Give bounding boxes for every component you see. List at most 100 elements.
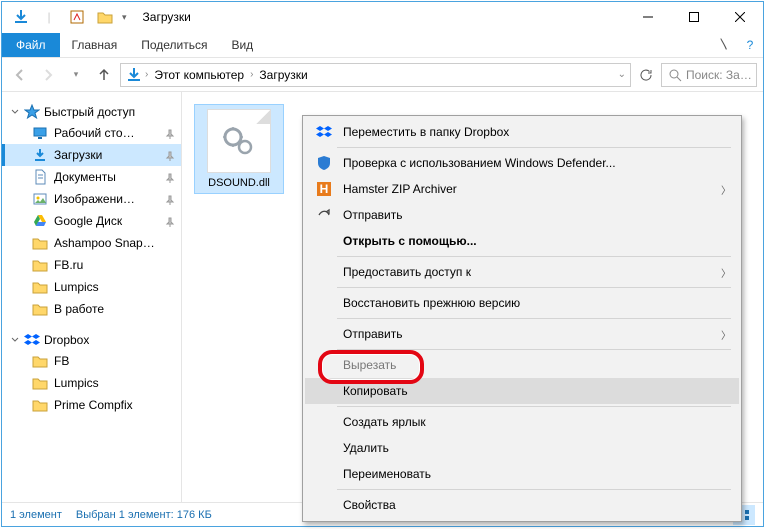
gdrive-icon [32, 213, 48, 229]
qat-divider: | [38, 6, 60, 28]
downloads-icon [10, 6, 32, 28]
menu-item-label: Свойства [335, 498, 731, 512]
file-tab[interactable]: Файл [2, 33, 60, 57]
menu-item-label: Открыть с помощью... [335, 234, 731, 248]
menu-item-label: Вырезать [335, 358, 731, 372]
dropbox-header[interactable]: Dropbox [2, 330, 181, 350]
context-menu: Переместить в папку Dropbox Проверка с ис… [302, 115, 742, 522]
folder-icon [32, 397, 48, 413]
menu-item-label: Предоставить доступ к [335, 265, 721, 279]
hamster-icon: H [313, 182, 335, 196]
file-name: DSOUND.dll [199, 177, 279, 189]
tab-share[interactable]: Поделиться [129, 33, 219, 57]
window-title: Загрузки [135, 10, 625, 24]
sidebar-item-folder[interactable]: FB [2, 350, 181, 372]
star-icon [24, 104, 40, 120]
sidebar-item-folder[interactable]: Prime Compfix [2, 394, 181, 416]
maximize-button[interactable] [671, 2, 717, 32]
menu-item-label: Проверка с использованием Windows Defend… [335, 156, 731, 170]
menu-item[interactable]: Копировать [305, 378, 739, 404]
file-item[interactable]: DSOUND.dll [194, 104, 284, 194]
sidebar-item-downloads[interactable]: Загрузки [2, 144, 181, 166]
nav-tree: Быстрый доступ Рабочий сто… Загрузки Докум… [2, 92, 182, 502]
breadcrumb-segment[interactable]: Этот компьютер [150, 68, 248, 82]
breadcrumb-chevron-icon[interactable]: › [250, 69, 253, 80]
menu-item-label: Hamster ZIP Archiver [335, 182, 721, 196]
menu-item[interactable]: Отправить [305, 202, 739, 228]
navigation-bar: ▾ › Этот компьютер › Загрузки ⌄ Поиск: З… [2, 58, 763, 92]
folder-qat-icon[interactable] [94, 6, 116, 28]
ribbon-collapse-icon[interactable]: 〵 [711, 36, 737, 53]
quick-access-label: Быстрый доступ [44, 105, 135, 119]
downloads-icon [32, 147, 48, 163]
sidebar-item-pictures[interactable]: Изображени… [2, 188, 181, 210]
up-button[interactable] [92, 63, 116, 87]
menu-separator [337, 406, 731, 407]
recent-dropdown[interactable]: ▾ [64, 63, 88, 87]
folder-icon [32, 235, 48, 251]
menu-item[interactable]: Переместить в папку Dropbox [305, 119, 739, 145]
menu-item[interactable]: Свойства [305, 492, 739, 518]
sidebar-item-label: Google Диск [54, 214, 159, 228]
address-bar[interactable]: › Этот компьютер › Загрузки ⌄ [120, 63, 631, 87]
menu-item[interactable]: HHamster ZIP Archiver〉 [305, 176, 739, 202]
defender-icon [313, 155, 335, 171]
dropbox-icon [313, 124, 335, 140]
sidebar-item-gdrive[interactable]: Google Диск [2, 210, 181, 232]
explorer-window: | ▾ Загрузки Файл Главная Поделиться Вид… [1, 1, 764, 527]
dropbox-label: Dropbox [44, 333, 89, 347]
menu-item-label: Создать ярлык [335, 415, 731, 429]
pin-icon [165, 194, 175, 204]
menu-item-label: Переместить в папку Dropbox [335, 125, 731, 139]
menu-item[interactable]: Отправить〉 [305, 321, 739, 347]
sidebar-item-folder[interactable]: Lumpics [2, 276, 181, 298]
sidebar-item-folder[interactable]: В работе [2, 298, 181, 320]
search-input[interactable]: Поиск: За… [661, 63, 757, 87]
close-button[interactable] [717, 2, 763, 32]
search-placeholder: Поиск: За… [686, 68, 752, 82]
menu-separator [337, 287, 731, 288]
menu-separator [337, 318, 731, 319]
address-dropdown-icon[interactable]: ⌄ [618, 69, 626, 80]
forward-button[interactable] [36, 63, 60, 87]
menu-item[interactable]: Открыть с помощью... [305, 228, 739, 254]
tab-home[interactable]: Главная [60, 33, 130, 57]
sidebar-item-label: Документы [54, 170, 159, 184]
back-button[interactable] [8, 63, 32, 87]
menu-item-label: Копировать [335, 384, 731, 398]
minimize-button[interactable] [625, 2, 671, 32]
menu-item[interactable]: Переименовать [305, 461, 739, 487]
pin-icon [165, 128, 175, 138]
menu-item[interactable]: Создать ярлык [305, 409, 739, 435]
sidebar-item-documents[interactable]: Документы [2, 166, 181, 188]
menu-item-label: Отправить [335, 208, 731, 222]
menu-item[interactable]: Удалить [305, 435, 739, 461]
folder-icon [32, 375, 48, 391]
sidebar-item-folder[interactable]: FB.ru [2, 254, 181, 276]
chevron-right-icon: 〉 [721, 327, 731, 342]
quick-access-header[interactable]: Быстрый доступ [2, 102, 181, 122]
menu-item-label: Переименовать [335, 467, 731, 481]
search-icon [668, 68, 682, 82]
menu-item[interactable]: Восстановить прежнюю версию [305, 290, 739, 316]
properties-qat-icon[interactable] [66, 6, 88, 28]
svg-text:H: H [320, 182, 329, 196]
sidebar-item-folder[interactable]: Lumpics [2, 372, 181, 394]
menu-item[interactable]: Вырезать [305, 352, 739, 378]
tab-view[interactable]: Вид [219, 33, 265, 57]
folder-icon [32, 257, 48, 273]
sidebar-item-label: В работе [54, 302, 177, 316]
qat-dropdown-icon[interactable]: ▾ [122, 12, 127, 23]
sidebar-item-folder[interactable]: Ashampoo Snap… [2, 232, 181, 254]
sidebar-item-label: Lumpics [54, 376, 177, 390]
sidebar-item-desktop[interactable]: Рабочий сто… [2, 122, 181, 144]
refresh-button[interactable] [635, 64, 657, 86]
pin-icon [165, 172, 175, 182]
help-icon[interactable]: ? [737, 38, 763, 52]
menu-item[interactable]: Предоставить доступ к〉 [305, 259, 739, 285]
menu-item[interactable]: Проверка с использованием Windows Defend… [305, 150, 739, 176]
sidebar-item-label: Рабочий сто… [54, 126, 159, 140]
breadcrumb-chevron-icon[interactable]: › [145, 69, 148, 80]
chevron-down-icon [10, 107, 20, 117]
breadcrumb-segment[interactable]: Загрузки [255, 68, 311, 82]
